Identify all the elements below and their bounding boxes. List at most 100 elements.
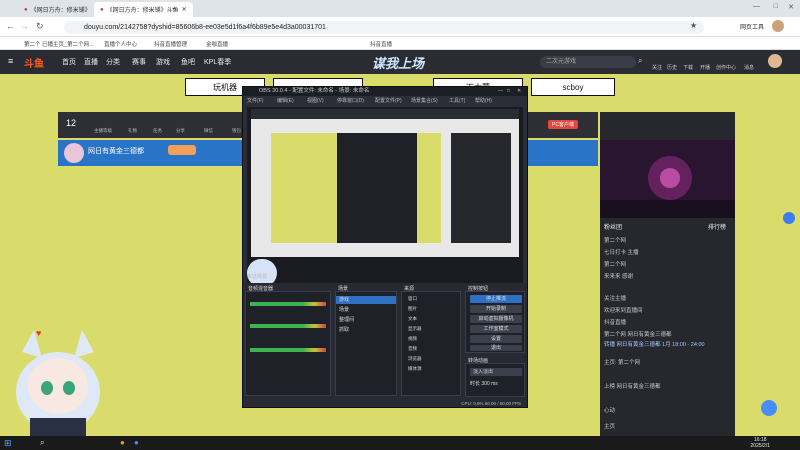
stop-streaming-button[interactable]: 停止推流	[470, 295, 522, 303]
source-item[interactable]: 浏览器	[408, 356, 422, 362]
menu-item[interactable]: 停靠窗口(D)	[337, 97, 364, 104]
obs-preview[interactable]	[247, 107, 523, 287]
search-input[interactable]: 二次元游戏	[540, 56, 636, 68]
exit-button[interactable]: 退出	[470, 345, 522, 351]
browser-tab-bar: ●《网日方舟：修米铺》✕ ●《网日方舟：修米铺》斗鱼✕ + — □ ✕	[0, 0, 800, 17]
search-icon[interactable]: ⌕	[638, 56, 642, 66]
settings-button[interactable]: 设置	[470, 335, 522, 343]
tool-label[interactable]: 礼物	[128, 128, 137, 134]
reload-icon[interactable]: ↻	[36, 21, 44, 32]
bookmark-item[interactable]: 直播个人中心	[104, 40, 137, 48]
star-icon[interactable]: ★	[690, 21, 697, 30]
tool-label[interactable]: 主播等级	[94, 128, 112, 134]
panel-header: 转场动画	[468, 358, 489, 364]
start-recording-button[interactable]: 开始录制	[470, 305, 522, 313]
back-icon[interactable]: ←	[6, 21, 15, 31]
scene-item[interactable]: 场景	[339, 306, 349, 313]
banner-item[interactable]: scboy	[531, 78, 615, 96]
obs-status-bar: CPU: 0.8% 60.00 / 60.00 FPS	[461, 401, 521, 406]
avatar[interactable]	[768, 54, 782, 68]
site-logo[interactable]: 斗鱼	[24, 55, 44, 70]
source-item[interactable]: 文本	[408, 316, 417, 322]
source-item[interactable]: 显示器	[408, 326, 422, 332]
scene-item-selected[interactable]: 游戏	[336, 296, 396, 304]
nav-item[interactable]: 鱼吧	[181, 57, 195, 67]
taskbar: ⊞ ⌕ ● ● 16:18 2025/2/1	[0, 436, 800, 450]
source-item[interactable]: 视频	[408, 336, 417, 342]
taskbar-app-icon[interactable]: ●	[120, 438, 125, 447]
sources-panel: 来源 窗口 图片 文本 显示器 视频 音频 浏览器 媒体源	[401, 286, 461, 396]
controls-panel: 控制按钮 停止推流 开始录制 启动虚拟摄像机 工作室模式 设置 退出	[465, 286, 525, 353]
chat-message: 心动	[604, 408, 616, 414]
obs-title-bar: OBS 30.0.4 - 配置文件: 未命名 - 场景: 未命名	[243, 87, 527, 96]
nav-item[interactable]: KPL春季	[204, 57, 231, 67]
minimize-icon[interactable]: —	[498, 88, 503, 94]
chat-message: 上榜 网日有黄金三德都	[604, 384, 661, 390]
source-item[interactable]: 图片	[408, 306, 417, 312]
follow-button[interactable]	[168, 145, 196, 155]
close-icon[interactable]: ✕	[182, 6, 187, 13]
menu-item[interactable]: 编辑(E)	[277, 97, 294, 104]
tool-label[interactable]: 分享	[176, 128, 185, 134]
minimize-icon[interactable]: —	[753, 3, 760, 10]
pc-client-button[interactable]: PC客户端	[548, 120, 578, 129]
browser-tab[interactable]: ●《网日方舟：修米铺》✕	[18, 2, 105, 17]
windows-start-icon[interactable]: ⊞	[4, 438, 12, 449]
virtual-camera-button[interactable]: 启动虚拟摄像机	[470, 315, 522, 323]
ad-image[interactable]	[600, 140, 735, 218]
bookmark-item[interactable]: 第二个 已播主页_第二个网...	[24, 40, 94, 48]
header-link[interactable]: 消息	[744, 64, 754, 71]
streamer-name[interactable]: 网日有黄金三德都	[88, 146, 144, 156]
address-bar: ← → ↻ douyu.com/2142758?dyshid=85606b8-e…	[0, 17, 800, 37]
url-field[interactable]: douyu.com/2142758?dyshid=85606b8-ee03e5d…	[64, 21, 704, 34]
maximize-icon[interactable]: □	[507, 88, 510, 94]
menu-item[interactable]: 帮助(H)	[475, 97, 492, 104]
tool-label[interactable]: 任务	[153, 128, 162, 134]
close-window-icon[interactable]: ✕	[788, 3, 794, 11]
menu-item[interactable]: 视图(V)	[307, 97, 324, 104]
menu-item[interactable]: 文件(F)	[247, 97, 263, 104]
nav-item[interactable]: 分类	[106, 57, 120, 67]
nav-item[interactable]: 首页	[62, 57, 76, 67]
scene-item[interactable]: 整理间	[339, 316, 354, 323]
forward-icon[interactable]: →	[20, 21, 29, 31]
bookmark-item[interactable]: 金咖直播	[206, 40, 228, 48]
transition-select[interactable]: 淡入淡出	[470, 368, 522, 376]
source-item[interactable]: 音频	[408, 346, 417, 352]
bookmark-item[interactable]: 抖音直播	[370, 40, 392, 48]
menu-icon[interactable]: ≡	[8, 56, 13, 66]
audio-meter	[250, 348, 326, 352]
new-tab-button[interactable]: +	[166, 2, 182, 17]
tool-label[interactable]: 微信	[204, 128, 213, 134]
menu-item[interactable]: 配置文件(P)	[375, 97, 402, 104]
close-icon[interactable]: ✕	[517, 88, 521, 94]
menu-item[interactable]: 场景集合(S)	[411, 97, 438, 104]
header-link[interactable]: 开播	[700, 64, 710, 71]
maximize-icon[interactable]: □	[774, 3, 778, 10]
streamer-avatar[interactable]	[64, 143, 84, 163]
header-link[interactable]: 下载	[683, 64, 693, 71]
source-item[interactable]: 媒体源	[408, 366, 422, 372]
scene-item[interactable]: 抓取	[339, 326, 349, 333]
studio-mode-button[interactable]: 工作室模式	[470, 325, 522, 333]
search-icon[interactable]: ⌕	[40, 438, 44, 448]
header-link[interactable]: 历史	[667, 64, 677, 71]
assistant-icon[interactable]	[761, 400, 777, 416]
nav-item[interactable]: 赛事	[132, 57, 146, 67]
nav-item[interactable]: 游戏	[156, 57, 170, 67]
profile-label[interactable]: 网页工具	[740, 22, 764, 31]
transition-duration[interactable]: 时长 300 ms	[470, 380, 498, 387]
taskbar-app-icon[interactable]: ●	[134, 438, 139, 447]
header-link[interactable]: 关注	[652, 64, 662, 71]
menu-item[interactable]: 工具(T)	[449, 97, 465, 104]
scenes-panel: 场景 游戏 场景 整理间 抓取	[335, 286, 397, 396]
bookmark-item[interactable]: 抖音直播管理	[154, 40, 187, 48]
nav-item[interactable]: 直播	[84, 57, 98, 67]
floating-action-button[interactable]	[783, 212, 795, 224]
source-item[interactable]: 窗口	[408, 296, 417, 302]
tool-label[interactable]: 钱包	[232, 128, 241, 134]
avatar[interactable]	[772, 20, 784, 32]
chat-message: 关注主播	[604, 296, 627, 302]
chat-message: 七日打卡 主播	[604, 250, 639, 256]
header-link[interactable]: 创作中心	[716, 64, 736, 71]
